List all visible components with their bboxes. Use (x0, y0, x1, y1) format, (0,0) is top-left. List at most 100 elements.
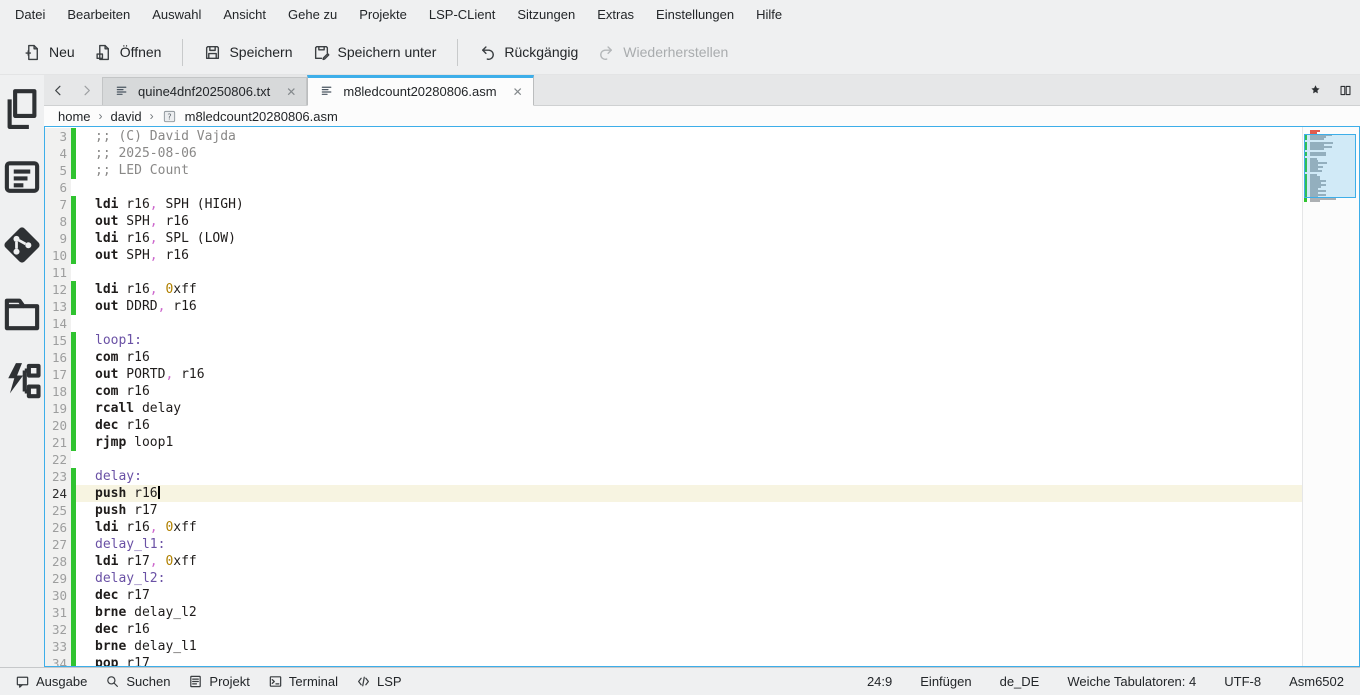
ffnen-button[interactable]: Öffnen (85, 38, 172, 67)
menu-auswahl[interactable]: Auswahl (141, 0, 212, 30)
toolbar: NeuÖffnen SpeichernSpeichern unter Rückgän… (0, 30, 1360, 75)
code-line-30[interactable]: 30dec r17 (45, 587, 1302, 604)
history-back-button[interactable] (44, 75, 72, 105)
encoding[interactable]: UTF-8 (1224, 674, 1261, 689)
code-line-14[interactable]: 14 (45, 315, 1302, 332)
tab-close-button[interactable]: ✕ (513, 85, 523, 99)
menu-extras[interactable]: Extras (586, 0, 645, 30)
line-number: 29 (45, 570, 71, 587)
code-area[interactable]: 3;; (C) David Vajda4;; 2025-08-065;; LED… (45, 127, 1302, 666)
sidebar-tool-symbol-outline[interactable] (0, 155, 44, 199)
code-line-21[interactable]: 21rjmp loop1 (45, 434, 1302, 451)
code-text: push r17 (76, 502, 1302, 519)
code-line-5[interactable]: 5;; LED Count (45, 162, 1302, 179)
tab-quine4dnf20250806-txt[interactable]: quine4dnf20250806.txt✕ (102, 77, 307, 105)
toggle-projekt[interactable]: Projekt (179, 668, 258, 695)
code-line-11[interactable]: 11 (45, 264, 1302, 281)
line-number: 14 (45, 315, 71, 332)
menu-bearbeiten[interactable]: Bearbeiten (56, 0, 141, 30)
line-number: 23 (45, 468, 71, 485)
save-icon (204, 44, 221, 61)
sidebar-tool-filesystem[interactable] (0, 291, 44, 335)
git-icon (0, 223, 44, 267)
menu-datei[interactable]: Datei (4, 0, 56, 30)
documents-icon (0, 87, 44, 131)
code-line-28[interactable]: 28ldi r17, 0xff (45, 553, 1302, 570)
scrollbar-minimap[interactable] (1302, 127, 1359, 666)
code-line-32[interactable]: 32dec r16 (45, 621, 1302, 638)
code-text: out PORTD, r16 (76, 366, 1302, 383)
code-line-18[interactable]: 18com r16 (45, 383, 1302, 400)
breadcrumb-file[interactable]: m8ledcount20280806.asm (185, 109, 338, 124)
code-line-25[interactable]: 25push r17 (45, 502, 1302, 519)
tool-sidebar (0, 75, 44, 667)
tab-close-button[interactable]: ✕ (286, 85, 296, 99)
code-text: out DDRD, r16 (76, 298, 1302, 315)
code-line-23[interactable]: 23delay: (45, 468, 1302, 485)
split-view-button[interactable] (1330, 75, 1360, 105)
code-line-12[interactable]: 12ldi r16, 0xff (45, 281, 1302, 298)
menu-hilfe[interactable]: Hilfe (745, 0, 793, 30)
code-line-22[interactable]: 22 (45, 451, 1302, 468)
code-line-27[interactable]: 27delay_l1: (45, 536, 1302, 553)
code-text: delay_l1: (76, 536, 1302, 553)
breadcrumb-segment-david[interactable]: david (111, 109, 142, 124)
menu-einstellungen[interactable]: Einstellungen (645, 0, 745, 30)
breadcrumb-segment-home[interactable]: home (58, 109, 91, 124)
code-line-26[interactable]: 26ldi r16, 0xff (45, 519, 1302, 536)
line-number: 24 (45, 485, 71, 502)
code-line-29[interactable]: 29delay_l2: (45, 570, 1302, 587)
neu-button[interactable]: Neu (14, 38, 85, 67)
speichern-unter-button[interactable]: Speichern unter (303, 38, 447, 67)
code-line-31[interactable]: 31brne delay_l2 (45, 604, 1302, 621)
cursor-position[interactable]: 24:9 (867, 674, 892, 689)
code-line-16[interactable]: 16com r16 (45, 349, 1302, 366)
code-line-15[interactable]: 15loop1: (45, 332, 1302, 349)
highlight-mode[interactable]: Asm6502 (1289, 674, 1344, 689)
toggle-suchen[interactable]: Suchen (96, 668, 179, 695)
code-line-6[interactable]: 6 (45, 179, 1302, 196)
line-number: 9 (45, 230, 71, 247)
r-ckg-ngig-button[interactable]: Rückgängig (469, 38, 588, 67)
line-number: 33 (45, 638, 71, 655)
code-line-24[interactable]: 24push r16 (45, 485, 1302, 502)
search-icon (105, 674, 120, 689)
toggle-ausgabe[interactable]: Ausgabe (6, 668, 96, 695)
code-line-34[interactable]: 34pop r17 (45, 655, 1302, 667)
editor[interactable]: 3;; (C) David Vajda4;; 2025-08-065;; LED… (44, 126, 1360, 667)
wiederherstellen-button[interactable]: Wiederherstellen (588, 38, 738, 67)
line-number: 15 (45, 332, 71, 349)
menu-projekte[interactable]: Projekte (348, 0, 418, 30)
menu-sitzungen[interactable]: Sitzungen (506, 0, 586, 30)
document-icon (320, 84, 335, 99)
code-line-8[interactable]: 8out SPH, r16 (45, 213, 1302, 230)
toggle-lsp[interactable]: LSP (347, 668, 411, 695)
terminal-icon (268, 674, 283, 689)
speichern-button[interactable]: Speichern (194, 38, 302, 67)
minimap-viewport[interactable] (1304, 134, 1356, 198)
code-line-4[interactable]: 4;; 2025-08-06 (45, 145, 1302, 162)
code-line-3[interactable]: 3;; (C) David Vajda (45, 128, 1302, 145)
input-mode[interactable]: Einfügen (920, 674, 971, 689)
menu-lsp-client[interactable]: LSP-CLient (418, 0, 506, 30)
toggle-terminal[interactable]: Terminal (259, 668, 347, 695)
code-line-33[interactable]: 33brne delay_l1 (45, 638, 1302, 655)
menu-ansicht[interactable]: Ansicht (212, 0, 277, 30)
code-line-20[interactable]: 20dec r16 (45, 417, 1302, 434)
history-forward-button[interactable] (72, 75, 100, 105)
tab-settings[interactable]: Weiche Tabulatoren: 4 (1067, 674, 1196, 689)
code-line-13[interactable]: 13out DDRD, r16 (45, 298, 1302, 315)
code-line-7[interactable]: 7ldi r16, SPH (HIGH) (45, 196, 1302, 213)
code-text: ;; LED Count (76, 162, 1302, 179)
code-line-10[interactable]: 10out SPH, r16 (45, 247, 1302, 264)
sidebar-tool-lsp-client[interactable] (0, 359, 44, 403)
tab-m8ledcount20280806-asm[interactable]: m8ledcount20280806.asm✕ (307, 75, 533, 106)
code-line-19[interactable]: 19rcall delay (45, 400, 1302, 417)
dictionary[interactable]: de_DE (1000, 674, 1040, 689)
pin-tab-button[interactable] (1300, 75, 1330, 105)
code-line-9[interactable]: 9ldi r16, SPL (LOW) (45, 230, 1302, 247)
code-line-17[interactable]: 17out PORTD, r16 (45, 366, 1302, 383)
menu-gehe-zu[interactable]: Gehe zu (277, 0, 348, 30)
sidebar-tool-documents[interactable] (0, 87, 44, 131)
sidebar-tool-git[interactable] (0, 223, 44, 267)
